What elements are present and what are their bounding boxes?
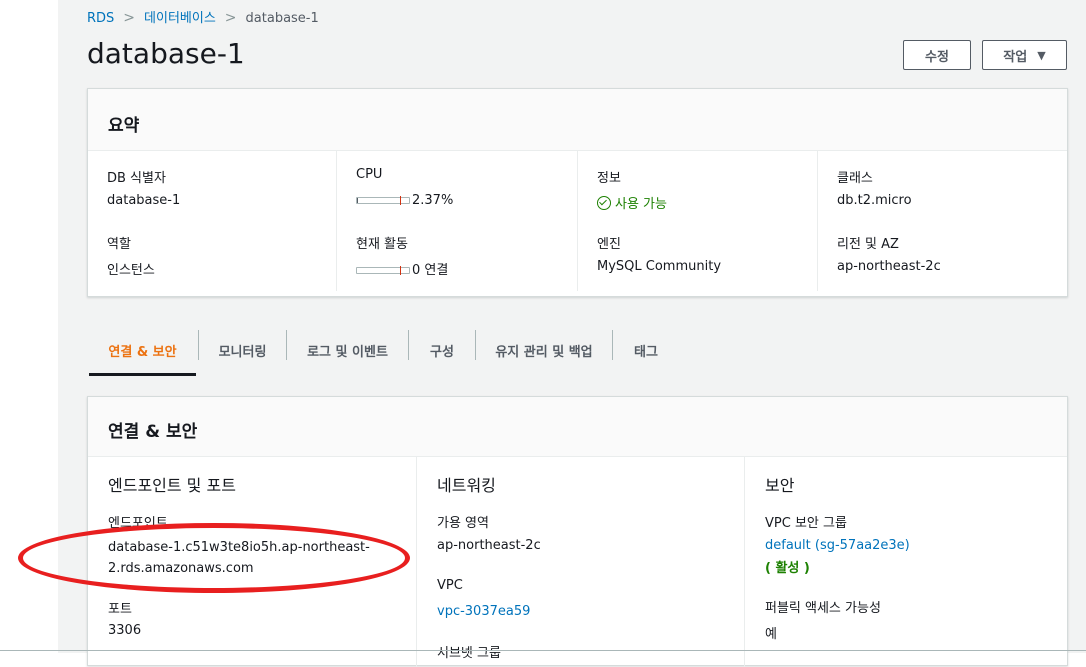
az-label: 가용 영역 [437, 516, 489, 531]
active-tab-indicator [89, 373, 196, 376]
breadcrumb-current: database-1 [245, 11, 319, 26]
network-section: 네트워킹 가용 영역 ap-northeast-2c VPC vpc-3037e… [416, 457, 745, 667]
detail-tabs: 연결 & 보안 모니터링 로그 및 이벤트 구성 유지 관리 및 백업 태그 [87, 326, 687, 376]
cpu-meter-fill [357, 198, 358, 203]
security-group-label: VPC 보안 그룹 [765, 516, 847, 531]
subnet-group-label: 서브넷 그룹 [437, 646, 501, 661]
summary-col-class: 클래스 db.t2.micro 리전 및 AZ ap-northeast-2c [817, 151, 1058, 291]
breadcrumb-databases-link[interactable]: 데이터베이스 [144, 11, 216, 26]
activity-meter-threshold [400, 266, 401, 275]
tab-tags[interactable]: 태그 [613, 326, 679, 374]
region-value: ap-northeast-2c [837, 259, 941, 274]
summary-title: 요약 [88, 89, 1067, 151]
az-value: ap-northeast-2c [437, 538, 541, 553]
security-section: 보안 VPC 보안 그룹 default (sg-57aa2e3e) ( 활성 … [744, 457, 1069, 667]
cpu-value-row: 2.37% [356, 193, 453, 208]
tab-maintenance-backups[interactable]: 유지 관리 및 백업 [476, 326, 612, 374]
cpu-label: CPU [356, 167, 383, 182]
class-label: 클래스 [837, 171, 873, 186]
network-section-title: 네트워킹 [437, 476, 496, 495]
breadcrumb-rds-link[interactable]: RDS [87, 11, 114, 26]
tab-logs-events[interactable]: 로그 및 이벤트 [287, 326, 408, 374]
port-value: 3306 [108, 623, 142, 638]
activity-label: 현재 활동 [356, 237, 408, 252]
status-badge: 사용 가능 [597, 193, 667, 212]
engine-value: MySQL Community [597, 259, 722, 274]
activity-value-row: 0 연결 [356, 259, 448, 278]
region-label: 리전 및 AZ [837, 237, 899, 252]
status-value: 사용 가능 [615, 197, 667, 212]
summary-col-identifier: DB 식별자 database-1 역할 인스턴스 [88, 151, 328, 291]
db-identifier-label: DB 식별자 [107, 171, 166, 186]
tab-monitoring[interactable]: 모니터링 [199, 326, 286, 374]
db-identifier-value: database-1 [107, 193, 181, 208]
actions-dropdown-button[interactable]: 작업 ▼ [982, 40, 1067, 70]
vpc-label: VPC [437, 578, 463, 593]
actions-button-label: 작업 [1003, 49, 1028, 65]
class-value: db.t2.micro [837, 193, 912, 208]
edit-button[interactable]: 수정 [903, 40, 971, 70]
breadcrumb: RDS > 데이터베이스 > database-1 [87, 7, 319, 26]
summary-col-cpu: CPU 2.37% 현재 활동 0 연결 [336, 151, 577, 291]
public-access-label: 퍼블릭 액세스 가능성 [765, 601, 881, 616]
cpu-value: 2.37% [412, 193, 454, 208]
endpoint-section-title: 엔드포인트 및 포트 [108, 476, 236, 495]
summary-grid: DB 식별자 database-1 역할 인스턴스 CPU 2.37% 현재 활… [88, 151, 1067, 297]
check-circle-icon [597, 196, 611, 210]
activity-value: 0 연결 [412, 263, 449, 278]
caret-down-icon: ▼ [1037, 48, 1046, 62]
role-value: 인스턴스 [107, 263, 155, 278]
chevron-right-icon: > [123, 10, 136, 26]
vpc-link[interactable]: vpc-3037ea59 [437, 604, 530, 619]
edit-button-label: 수정 [925, 49, 949, 65]
activity-meter [356, 266, 410, 275]
connectivity-title: 연결 & 보안 [88, 397, 1067, 457]
security-group-status: ( 활성 ) [765, 561, 810, 576]
security-group-link[interactable]: default (sg-57aa2e3e) [765, 538, 910, 553]
tab-configuration[interactable]: 구성 [409, 326, 475, 374]
port-label: 포트 [108, 602, 132, 617]
role-label: 역할 [107, 237, 131, 252]
info-label: 정보 [597, 171, 621, 186]
chevron-right-icon: > [224, 10, 237, 26]
engine-label: 엔진 [597, 237, 621, 252]
tab-connectivity-security[interactable]: 연결 & 보안 [87, 326, 198, 374]
cpu-meter-threshold [400, 196, 401, 205]
cpu-meter [356, 196, 410, 205]
security-section-title: 보안 [765, 476, 795, 495]
page-title: database-1 [87, 37, 245, 70]
public-access-value: 예 [765, 627, 777, 642]
annotation-ellipse [18, 523, 410, 593]
summary-col-info: 정보 사용 가능 엔진 MySQL Community [577, 151, 818, 291]
window-bottom-border [0, 650, 1086, 651]
summary-panel: 요약 DB 식별자 database-1 역할 인스턴스 CPU 2.37% 현… [87, 88, 1068, 297]
